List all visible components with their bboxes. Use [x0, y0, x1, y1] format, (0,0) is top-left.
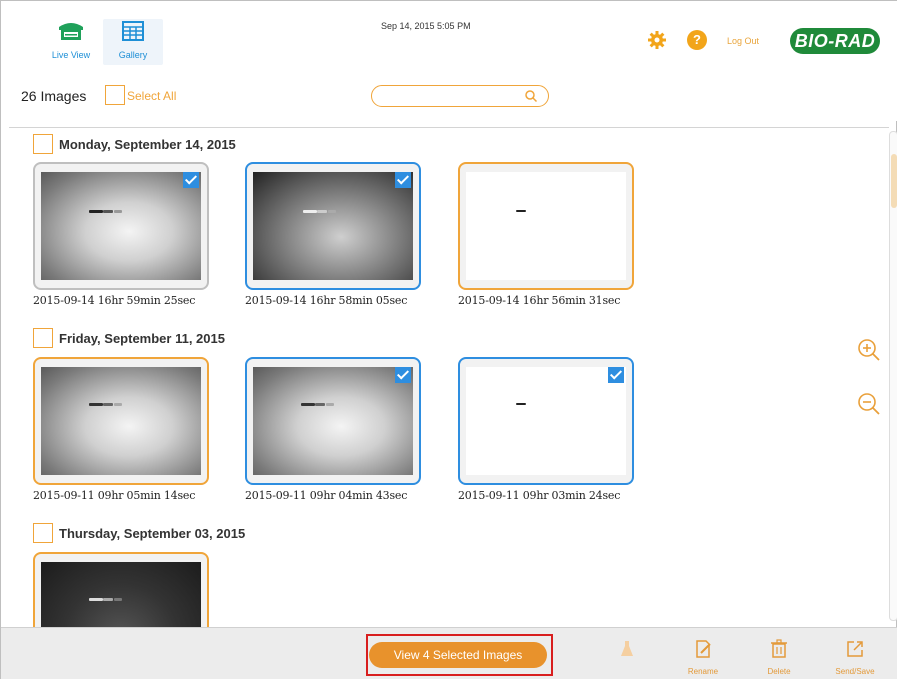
share-icon — [847, 641, 863, 657]
image-thumbnail[interactable] — [245, 357, 421, 485]
group-date: Thursday, September 03, 2015 — [59, 526, 246, 541]
group-date: Monday, September 14, 2015 — [59, 137, 236, 152]
gel-image — [253, 172, 413, 280]
delete-label: Delete — [767, 667, 791, 676]
search-input[interactable] — [371, 85, 549, 107]
gallery-content: Monday, September 14, 2015 2015-09-14 16… — [9, 127, 889, 627]
image-caption: 2015-09-11 09hr 04min 43sec — [245, 489, 408, 502]
gallery-icon — [122, 21, 144, 41]
image-thumbnail[interactable] — [33, 357, 209, 485]
gel-image — [466, 367, 626, 475]
search-icon[interactable] — [524, 89, 538, 103]
logout-link[interactable]: Log Out — [727, 36, 759, 46]
send-save-label: Send/Save — [835, 667, 875, 676]
help-icon[interactable]: ? — [687, 30, 707, 50]
nav-live-view[interactable]: Live View — [41, 19, 101, 65]
app-window: Live View Gallery Sep 14, 2015 5:05 PM ?… — [0, 0, 897, 679]
rename-icon — [696, 640, 711, 658]
analyze-button[interactable] — [601, 638, 653, 667]
gel-image — [41, 562, 201, 627]
bio-rad-logo: BIO-RAD — [790, 28, 880, 54]
image-caption: 2015-09-14 16hr 56min 31sec — [458, 294, 621, 307]
image-checkbox[interactable] — [183, 172, 199, 188]
trash-icon — [771, 639, 787, 658]
image-checkbox[interactable] — [608, 367, 624, 383]
image-caption: 2015-09-11 09hr 05min 14sec — [33, 489, 196, 502]
group-checkbox[interactable] — [33, 328, 53, 348]
gel-image — [253, 367, 413, 475]
zoom-in-icon[interactable] — [856, 337, 882, 363]
image-caption: 2015-09-14 16hr 59min 25sec — [33, 294, 196, 307]
image-checkbox[interactable] — [395, 172, 411, 188]
gear-icon[interactable] — [647, 30, 667, 50]
image-count: 26 Images — [21, 88, 87, 104]
nav-live-view-label: Live View — [51, 50, 91, 60]
view-selected-button[interactable]: View 4 Selected Images — [369, 642, 547, 668]
header: Live View Gallery Sep 14, 2015 5:05 PM ?… — [1, 1, 897, 121]
select-all-checkbox[interactable] — [105, 85, 125, 105]
image-thumbnail[interactable] — [33, 552, 209, 627]
bottom-toolbar: View 4 Selected Images Rename Delete Sen… — [1, 627, 897, 679]
image-caption: 2015-09-11 09hr 03min 24sec — [458, 489, 621, 502]
live-view-icon — [59, 23, 83, 40]
delete-button[interactable]: Delete — [753, 638, 805, 676]
group-checkbox[interactable] — [33, 134, 53, 154]
scrollbar[interactable] — [889, 131, 897, 621]
image-thumbnail[interactable] — [245, 162, 421, 290]
rename-button[interactable]: Rename — [677, 638, 729, 676]
zoom-out-icon[interactable] — [856, 391, 882, 417]
rename-label: Rename — [687, 667, 719, 676]
group-checkbox[interactable] — [33, 523, 53, 543]
send-save-button[interactable]: Send/Save — [829, 638, 881, 676]
datetime: Sep 14, 2015 5:05 PM — [381, 21, 471, 31]
image-thumbnail[interactable] — [33, 162, 209, 290]
gel-image — [41, 172, 201, 280]
select-all-label[interactable]: Select All — [127, 89, 176, 103]
image-thumbnail[interactable] — [458, 162, 634, 290]
image-checkbox[interactable] — [395, 367, 411, 383]
nav-gallery[interactable]: Gallery — [103, 19, 163, 65]
group-date: Friday, September 11, 2015 — [59, 331, 225, 346]
image-thumbnail[interactable] — [458, 357, 634, 485]
flask-icon — [621, 641, 633, 656]
scroll-thumb[interactable] — [891, 154, 897, 208]
gel-image — [466, 172, 626, 280]
gel-image — [41, 367, 201, 475]
image-caption: 2015-09-14 16hr 58min 05sec — [245, 294, 408, 307]
nav-gallery-label: Gallery — [118, 50, 148, 60]
